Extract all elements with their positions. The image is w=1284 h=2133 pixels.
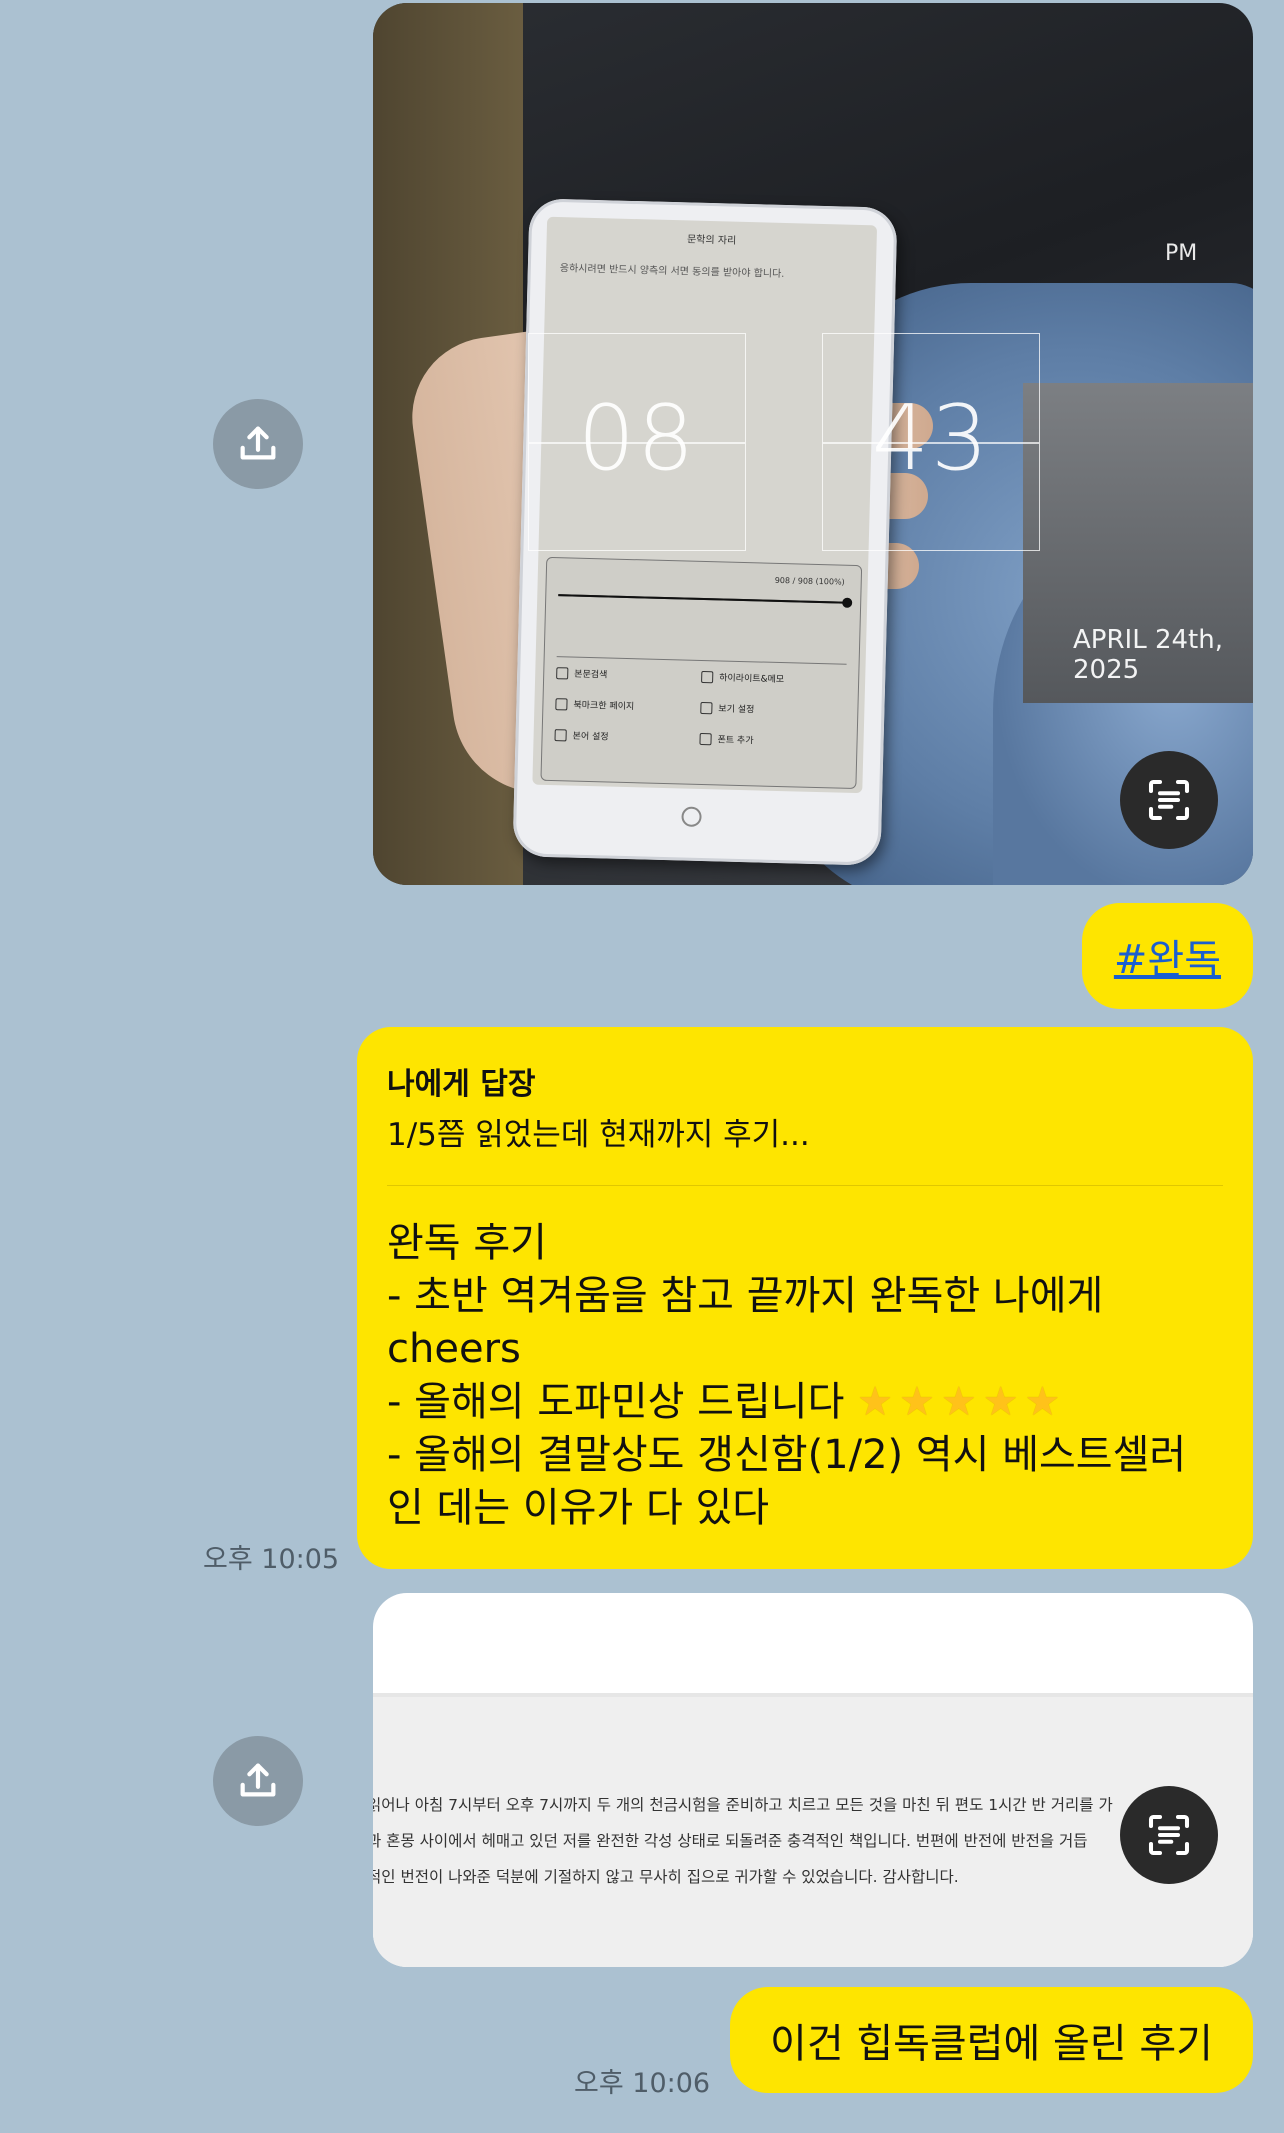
share-icon [240, 1763, 276, 1797]
reader-menu-item: 본문검색 [556, 666, 701, 683]
bookmark-icon [555, 697, 568, 710]
text-scan-icon [1148, 1814, 1190, 1856]
hashtag-bubble: #완독 [1081, 903, 1253, 1009]
screenshot-message[interactable]: 읽어나 아침 7시부터 오후 7시까지 두 개의 천금시험을 준비하고 치르고 … [373, 1593, 1253, 1967]
clock-minute: 43 [871, 386, 991, 491]
message-text: 이건 힙독클럽에 올린 후기 [770, 2021, 1213, 2067]
language-icon [554, 728, 567, 741]
message-line: - 올해의 결말상도 갱신함(1/2) 역시 베스트셀러 [387, 1432, 1187, 1478]
progress-knob [842, 597, 853, 608]
photo-message[interactable]: 문학의 자리 응하시려면 반드시 양측의 서면 동의를 받아야 합니다. 908… [373, 3, 1253, 885]
message-timestamp: 오후 10:06 [574, 2068, 711, 2099]
reader-menu-item: 북마크한 페이지 [555, 697, 700, 714]
clock-hour: 08 [577, 386, 697, 491]
view-settings-icon [700, 701, 713, 714]
message-line: cheers [387, 1326, 521, 1372]
hashtag-link[interactable]: #완독 [1114, 927, 1221, 985]
divider [556, 656, 847, 665]
reader-menu-item: 보기 설정 [700, 701, 845, 718]
share-icon [240, 426, 276, 460]
text-scan-button[interactable] [1120, 1786, 1218, 1884]
font-icon [699, 732, 712, 745]
clock-minute-box: 43 [822, 333, 1040, 551]
search-icon [556, 666, 569, 679]
progress-track [558, 594, 853, 608]
reply-quoted-text[interactable]: 1/5쯤 읽었는데 현재까지 후기... [387, 1109, 810, 1154]
reply-body: 완독 후기 - 초반 역겨움을 참고 끝까지 완독한 나에게 cheers - … [387, 1217, 1229, 1535]
reader-menu-item: 하이라이트&메모 [701, 670, 846, 687]
home-button-icon [681, 806, 702, 828]
text-scan-button[interactable] [1120, 751, 1218, 849]
message-timestamp: 오후 10:05 [203, 1544, 340, 1575]
message-line: 완독 후기 [387, 1220, 547, 1266]
reader-menu-item: 폰트 추가 [699, 732, 844, 749]
star-emoji-icons: ★★★★★ [857, 1379, 1067, 1425]
reader-text: 응하시려면 반드시 양측의 서면 동의를 받아야 합니다. [559, 263, 785, 280]
share-button[interactable] [213, 399, 303, 489]
review-text-line: 과 혼몽 사이에서 헤매고 있던 저를 완전한 각성 상태로 되돌려준 충격적인… [373, 1832, 1088, 1850]
review-text-line: 읽어나 아침 7시부터 오후 7시까지 두 개의 천금시험을 준비하고 치르고 … [373, 1796, 1113, 1814]
clock-date: APRIL 24th, 2025 [1073, 625, 1223, 685]
clock-ampm: PM [1165, 241, 1198, 266]
reply-message-bubble[interactable]: 나에게 답장 1/5쯤 읽었는데 현재까지 후기... 완독 후기 - 초반 역… [357, 1027, 1253, 1569]
reply-divider [387, 1185, 1223, 1186]
message-line: - 올해의 도파민상 드립니다 ★★★★★ [387, 1379, 1067, 1425]
reply-header: 나에게 답장 [387, 1067, 536, 1102]
reader-title: 문학의 자리 [686, 233, 737, 247]
share-button[interactable] [213, 1736, 303, 1826]
highlight-icon [701, 670, 714, 683]
text-message-bubble[interactable]: 이건 힙독클럽에 올린 후기 [730, 1987, 1253, 2093]
progress-label: 908 / 908 (100%) [774, 575, 845, 587]
reader-menu-panel: 908 / 908 (100%) 본문검색 하이라이트&메모 북마크한 페이지 … [540, 556, 863, 790]
progress-fill [558, 594, 849, 604]
text-scan-icon [1148, 779, 1190, 821]
reader-menu-item: 본어 설정 [554, 728, 699, 745]
message-line: - 초반 역겨움을 참고 끝까지 완독한 나에게 [387, 1273, 1104, 1319]
review-text-line: 적인 번전이 나와준 덕분에 기절하지 않고 무사히 집으로 귀가할 수 있었습… [373, 1868, 959, 1886]
message-line: 인 데는 이유가 다 있다 [387, 1485, 770, 1531]
clock-hour-box: 08 [528, 333, 746, 551]
reader-menu: 본문검색 하이라이트&메모 북마크한 페이지 보기 설정 본어 설정 폰트 추가 [554, 666, 846, 749]
